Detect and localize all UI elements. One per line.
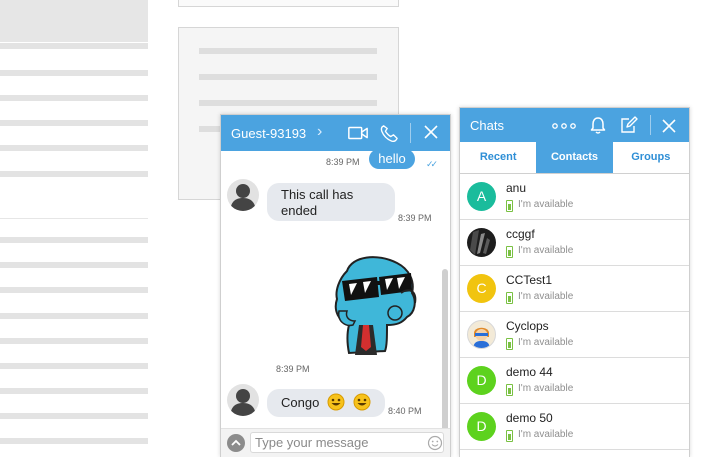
avatar — [467, 320, 496, 349]
contact-item[interactable]: Cyclops I'm available — [460, 312, 689, 358]
contact-status: I'm available — [518, 199, 574, 210]
grinning-face-icon — [353, 393, 371, 411]
avatar-photo-icon — [470, 230, 490, 255]
placeholder-line — [0, 338, 148, 344]
phone-icon[interactable] — [378, 124, 400, 142]
header-divider — [410, 123, 411, 143]
placeholder-line — [0, 120, 148, 126]
message-text: Congo — [281, 395, 320, 410]
avatar — [467, 228, 496, 257]
contact-name: ccggf — [506, 227, 535, 241]
more-options-icon[interactable] — [552, 122, 576, 130]
message-time: 8:39 PM — [326, 157, 360, 167]
available-status-icon — [506, 430, 513, 442]
avatar: A — [467, 182, 496, 211]
chevron-right-icon[interactable]: › — [317, 123, 322, 141]
chats-title: Chats — [470, 118, 504, 133]
placeholder-block — [0, 0, 148, 42]
incoming-message: Congo — [267, 389, 385, 417]
tab-recent[interactable]: Recent — [460, 142, 536, 173]
chat-window: Guest-93193 › 8:39 PM hello ✓✓ This call… — [220, 114, 451, 457]
bell-icon[interactable] — [588, 115, 608, 135]
placeholder-line — [0, 70, 148, 76]
message-text: This call has ended — [281, 187, 354, 218]
contact-name: Cyclops — [506, 319, 549, 333]
emoji-picker-icon[interactable] — [427, 435, 443, 451]
chat-title[interactable]: Guest-93193 — [231, 126, 306, 141]
message-input[interactable] — [250, 432, 444, 453]
contact-name: anu — [506, 181, 527, 195]
avatar: D — [467, 366, 496, 395]
compose-icon[interactable] — [619, 115, 639, 135]
header-divider — [650, 115, 651, 135]
placeholder-line — [0, 413, 148, 419]
avatar — [227, 384, 259, 416]
placeholder-line — [0, 363, 148, 369]
chats-panel: Chats Recent Contacts Groups A anu I'm a… — [459, 107, 690, 457]
contact-item[interactable]: D demo 50 I'm available — [460, 404, 689, 450]
scrollbar[interactable] — [442, 269, 448, 428]
available-status-icon — [506, 292, 513, 304]
contact-name: demo 50 — [506, 411, 553, 425]
tab-groups[interactable]: Groups — [613, 142, 689, 173]
message-time: 8:39 PM — [276, 364, 310, 374]
contact-name: demo 44 — [506, 365, 553, 379]
contact-item[interactable]: A anu I'm available — [460, 174, 689, 220]
placeholder-line — [199, 74, 377, 80]
contact-item[interactable]: C CCTest1 I'm available — [460, 266, 689, 312]
available-status-icon — [506, 200, 513, 212]
close-icon[interactable] — [660, 117, 678, 135]
incoming-message: This call has ended — [267, 183, 395, 221]
contact-status: I'm available — [518, 429, 574, 440]
placeholder-line — [0, 262, 148, 268]
attach-toggle-button[interactable] — [227, 434, 245, 452]
contact-status: I'm available — [518, 245, 574, 256]
contact-item[interactable]: D demo 44 I'm available — [460, 358, 689, 404]
read-receipt-icon: ✓✓ — [426, 159, 438, 169]
background-sidebar — [0, 0, 148, 456]
avatar: C — [467, 274, 496, 303]
chat-header: Guest-93193 › — [221, 115, 450, 151]
contact-status: I'm available — [518, 383, 574, 394]
outgoing-message: hello — [369, 151, 415, 169]
placeholder-divider — [0, 218, 148, 219]
available-status-icon — [506, 246, 513, 258]
available-status-icon — [506, 384, 513, 396]
placeholder-line — [199, 100, 377, 106]
video-call-icon[interactable] — [347, 124, 369, 142]
tab-contacts[interactable]: Contacts — [536, 142, 613, 173]
placeholder-line — [0, 95, 148, 101]
avatar — [227, 179, 259, 211]
placeholder-line — [0, 171, 148, 177]
cartoon-avatar-icon — [473, 327, 490, 348]
contact-status: I'm available — [518, 337, 574, 348]
message-time: 8:40 PM — [388, 406, 422, 416]
placeholder-line — [199, 48, 377, 54]
placeholder-line — [0, 43, 148, 49]
chats-tabs: Recent Contacts Groups — [460, 142, 689, 174]
message-time: 8:39 PM — [398, 213, 432, 223]
contact-name: CCTest1 — [506, 273, 553, 287]
contact-item[interactable]: ccggf I'm available — [460, 220, 689, 266]
sticker-image — [334, 256, 417, 355]
avatar: D — [467, 412, 496, 441]
message-list[interactable]: 8:39 PM hello ✓✓ This call has ended 8:3… — [221, 151, 450, 428]
placeholder-line — [0, 388, 148, 394]
emoji-pair — [327, 389, 371, 417]
close-icon[interactable] — [420, 124, 442, 142]
contact-list: A anu I'm available ccggf I'm available … — [460, 174, 689, 450]
available-status-icon — [506, 338, 513, 350]
placeholder-line — [0, 287, 148, 293]
placeholder-line — [0, 237, 148, 243]
grinning-face-icon — [327, 393, 345, 411]
placeholder-line — [0, 145, 148, 151]
chevron-up-icon — [231, 439, 241, 446]
placeholder-card — [178, 0, 399, 7]
composer — [221, 428, 450, 457]
chats-header: Chats — [460, 108, 689, 142]
placeholder-line — [0, 438, 148, 444]
contact-status: I'm available — [518, 291, 574, 302]
placeholder-line — [0, 313, 148, 319]
